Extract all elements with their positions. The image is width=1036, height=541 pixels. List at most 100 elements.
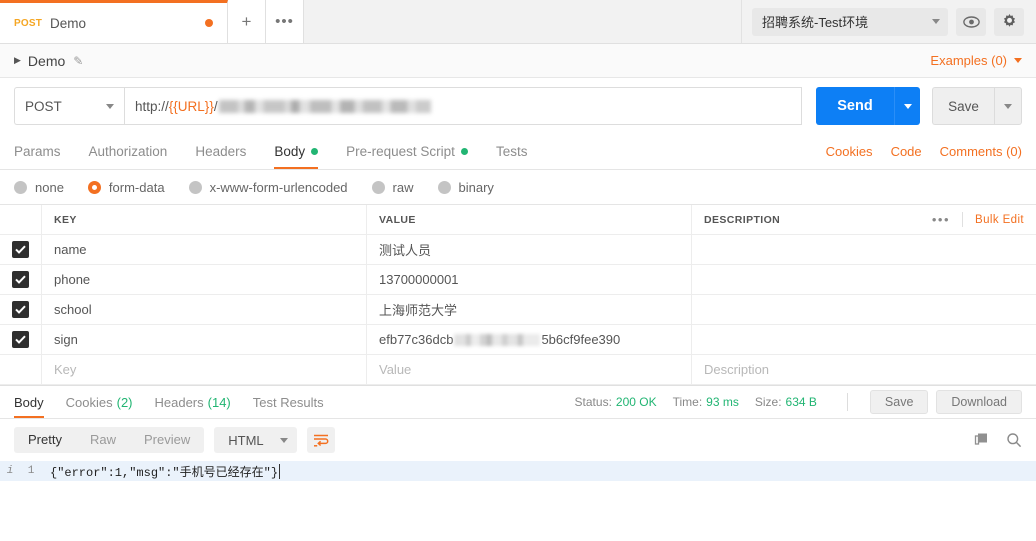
expand-arrow-icon[interactable]: ▶ [14,55,21,66]
tab-headers[interactable]: Headers [195,134,246,169]
table-row[interactable]: sign efb77c36dcb 5b6cf9fee390 [0,325,1036,355]
row-checkbox-cell[interactable] [0,355,42,384]
tab-params[interactable]: Params [14,134,61,169]
tab-pre-request-script-indicator-dot [460,148,468,155]
tab-options-button[interactable]: ••• [266,0,304,43]
comments-link[interactable]: Comments (0) [940,134,1022,169]
row-key-input[interactable]: sign [42,325,367,354]
new-row-description-input[interactable]: Description [692,355,1036,384]
table-row[interactable]: name 测试人员 [0,235,1036,265]
response-tab-test-results[interactable]: Test Results [253,386,324,418]
row-key-text: name [54,242,87,257]
response-status-value: 200 OK [615,395,657,409]
row-value-text: 13700000001 [379,272,459,287]
url-redacted-path [218,99,431,113]
row-value-input[interactable]: 13700000001 [367,265,692,294]
row-value-input[interactable]: efb77c36dcb 5b6cf9fee390 [367,325,692,354]
row-checkbox-cell[interactable] [0,325,42,354]
http-method-select[interactable]: POST [14,87,124,125]
response-tab-body[interactable]: Body [14,386,44,418]
url-input[interactable]: http://{{URL}} / [124,87,802,125]
response-tab-headers-label: Headers [154,394,204,410]
bulk-edit-button[interactable]: Bulk Edit [963,214,1024,226]
checkbox-checked-icon[interactable] [12,271,29,288]
row-key-input[interactable]: phone [42,265,367,294]
response-body-line[interactable]: i 1 {"error":1,"msg":"手机号已经存在"} [0,461,1036,481]
row-checkbox-cell[interactable] [0,295,42,324]
copy-response-button[interactable] [974,432,990,448]
save-button[interactable]: Save [932,87,994,125]
settings-button[interactable] [994,7,1024,36]
table-row[interactable]: school 上海师范大学 [0,295,1036,325]
row-description-input[interactable] [692,235,1036,264]
view-mode-raw[interactable]: Raw [76,427,130,453]
send-button[interactable]: Send [816,87,894,125]
send-options-button[interactable] [894,87,920,125]
view-mode-preview[interactable]: Preview [130,427,204,453]
body-type-none[interactable]: none [14,180,64,195]
row-value-input[interactable]: 上海师范大学 [367,295,692,324]
checkbox-checked-icon[interactable] [12,331,29,348]
row-checkbox-cell[interactable] [0,265,42,294]
search-icon [1007,433,1022,448]
response-time-label: Time: [672,395,703,409]
body-type-x-www-form-urlencoded[interactable]: x-www-form-urlencoded [188,179,348,195]
response-time-value: 93 ms [706,395,739,409]
pencil-icon[interactable]: ✎ [73,54,83,68]
examples-link[interactable]: Examples (0) [930,53,1007,68]
row-checkbox-cell[interactable] [0,235,42,264]
environment-area: 招聘系统-Test环境 [741,0,1036,43]
body-type-x-www-form-urlencoded-label: x-www-form-urlencoded [209,179,348,195]
gear-icon [1003,14,1015,27]
row-description-input[interactable] [692,295,1036,324]
row-key-input[interactable]: school [42,295,367,324]
tab-bar-spacer [304,0,741,43]
response-tab-cookies-count: (2) [116,394,133,410]
tab-pre-request-script-label: Pre-request Script [346,144,455,159]
url-bar: POST http://{{URL}} / Send Save [0,78,1036,134]
table-options-button[interactable]: ••• [932,212,964,227]
response-download-button[interactable]: Download [936,390,1022,414]
response-tab-cookies[interactable]: Cookies (2) [66,386,133,418]
response-tab-headers-count: (14) [207,394,231,410]
new-row-key-placeholder: Key [54,362,77,377]
response-tab-headers[interactable]: Headers (14) [155,386,231,418]
environment-selector[interactable]: 招聘系统-Test环境 [752,7,948,36]
row-key-text: phone [54,272,91,287]
body-type-radio-group: none form-data x-www-form-urlencoded raw… [0,170,1036,204]
copy-icon [974,433,987,445]
row-value-input[interactable]: 测试人员 [367,235,692,264]
new-row-key-input[interactable]: Key [42,355,367,384]
response-save-button[interactable]: Save [869,390,929,414]
request-tab-demo[interactable]: POST Demo [0,0,228,43]
body-type-form-data[interactable]: form-data [87,180,165,195]
body-type-binary[interactable]: binary [437,180,494,195]
body-type-raw[interactable]: raw [371,180,414,195]
row-key-input[interactable]: name [42,235,367,264]
divider [846,393,848,411]
response-language-select[interactable]: HTML [214,427,297,453]
response-body-viewer[interactable]: i 1 {"error":1,"msg":"手机号已经存在"} https://… [0,461,1036,541]
table-row-empty[interactable]: Key Value Description [0,355,1036,385]
save-options-button[interactable] [994,87,1022,125]
view-mode-pretty[interactable]: Pretty [14,427,76,453]
row-description-input[interactable] [692,265,1036,294]
search-response-button[interactable] [1006,432,1022,448]
checkbox-checked-icon[interactable] [12,241,29,258]
row-description-input[interactable] [692,325,1036,354]
word-wrap-button[interactable] [306,427,335,453]
tab-pre-request-script[interactable]: Pre-request Script [346,134,468,169]
table-row[interactable]: phone 13700000001 [0,265,1036,295]
environment-quick-look-button[interactable] [956,7,986,36]
response-time: Time: 93 ms [673,386,739,418]
tab-authorization[interactable]: Authorization [89,134,168,169]
tab-body[interactable]: Body [274,134,319,169]
checkbox-checked-icon[interactable] [12,301,29,318]
examples-chevron-down-icon[interactable] [1014,58,1022,63]
cookies-link[interactable]: Cookies [826,134,873,169]
window-tab-bar: POST Demo + ••• 招聘系统-Test环境 [0,0,1036,44]
tab-tests[interactable]: Tests [496,134,528,169]
new-row-value-input[interactable]: Value [367,355,692,384]
code-link[interactable]: Code [891,134,922,169]
new-tab-button[interactable]: + [228,0,266,43]
